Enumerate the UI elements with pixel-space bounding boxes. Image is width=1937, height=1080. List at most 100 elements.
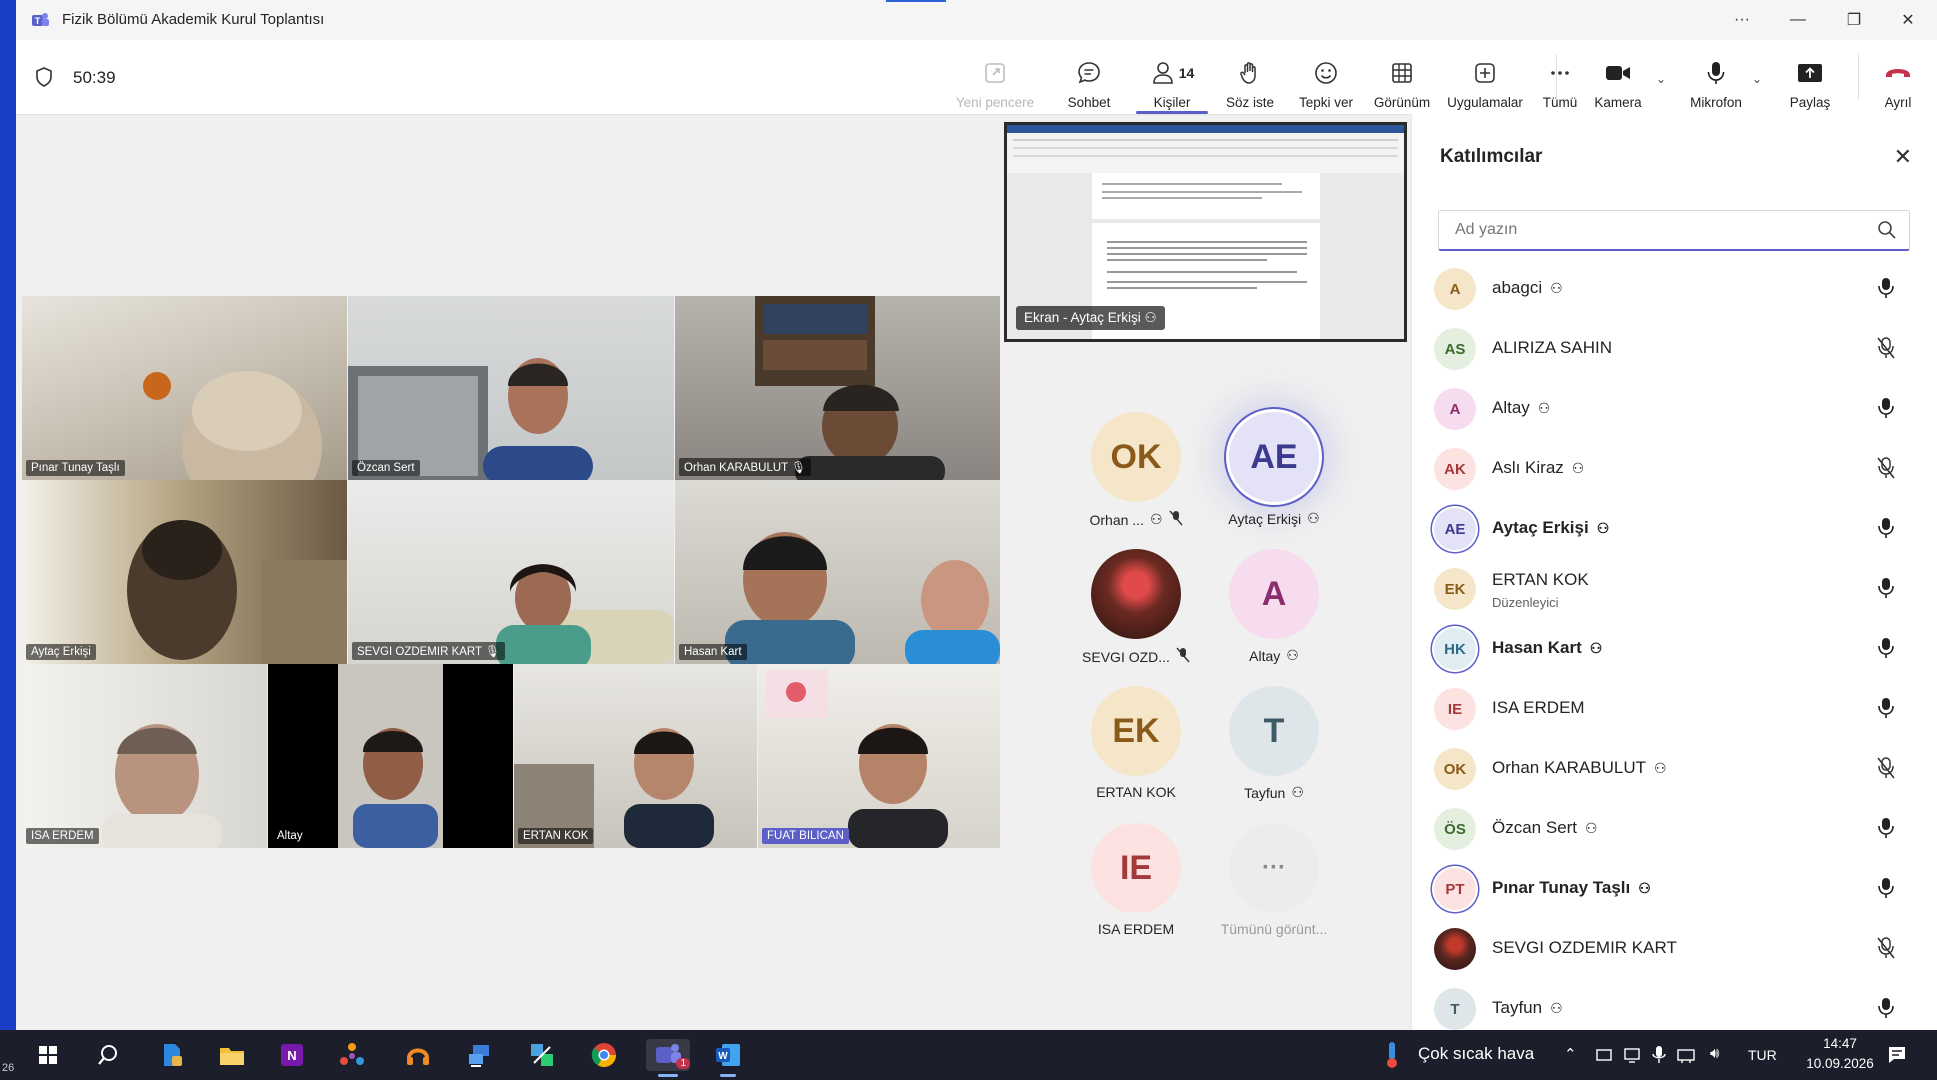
taskbar-onenote[interactable]: N [274,1039,310,1071]
participant-row[interactable]: Aabagci ⚇ [1430,262,1920,314]
raise-hand-button[interactable]: Söz iste [1212,48,1288,110]
taskbar-app-files[interactable] [154,1039,190,1071]
participant-row[interactable]: AK Aslı Kiraz ⚇ [1430,442,1920,494]
folder-icon [220,1048,244,1065]
participant-search[interactable] [1438,210,1910,251]
close-panel-icon[interactable]: ✕ [1894,144,1912,170]
video-tile[interactable]: Aytaç Erkişi [22,480,347,664]
gallery-participant[interactable]: IE ISA ERDEM [1066,823,1206,937]
microphone-icon[interactable] [1876,396,1896,425]
add-app-icon [1475,63,1495,83]
gallery-participant[interactable]: EK ERTAN KOK [1066,686,1206,800]
mic-muted-icon[interactable] [1876,456,1896,485]
video-tile[interactable]: Özcan Sert [348,296,674,480]
avatar: EK [1434,568,1476,610]
participant-name: Orhan KARABULUT [1492,758,1646,777]
network-tray-icon[interactable] [1676,1046,1696,1064]
chat-button[interactable]: Sohbet [1046,48,1132,110]
display-tray-icon[interactable] [1623,1046,1641,1064]
taskbar-app-network[interactable] [334,1039,370,1071]
video-tile[interactable]: FUAT BILICAN [758,664,1000,848]
microphone-icon[interactable] [1876,996,1896,1025]
avatar: IE [1091,823,1181,913]
participant-row[interactable]: A Altay ⚇ [1430,382,1920,434]
weather-text[interactable]: Çok sıcak hava [1418,1044,1534,1064]
taskbar-teams[interactable]: 1 [646,1039,690,1077]
avatar: AE [1229,412,1319,502]
shared-screen[interactable]: Ekran - Aytaç Erkişi ⚇ [1004,122,1407,342]
microphone-icon[interactable] [1876,696,1896,725]
microphone-icon[interactable] [1876,576,1896,605]
participant-row[interactable]: IE ISA ERDEM [1430,682,1920,734]
gallery-participant[interactable]: OK Orhan ... ⚇ [1066,412,1206,529]
participant-row[interactable]: OK Orhan KARABULUT ⚇ [1430,742,1920,794]
video-tile[interactable]: Altay [268,664,513,848]
more-button[interactable]: Tümü [1530,48,1590,110]
microphone-button[interactable]: Mikrofon [1676,48,1756,110]
participant-row[interactable]: AS ALIRIZA SAHIN [1430,322,1920,374]
language-indicator[interactable]: TUR [1748,1047,1777,1063]
microphone-icon[interactable] [1876,876,1896,905]
start-button[interactable] [30,1039,66,1071]
taskbar-app-headset[interactable] [400,1039,436,1071]
gallery-participant[interactable]: AE Aytaç Erkişi ⚇ [1204,412,1344,527]
react-button[interactable]: Tepki ver [1288,48,1364,110]
participant-name: Aytaç Erkişi [1492,518,1589,537]
taskbar-word[interactable]: W [710,1039,746,1077]
onedrive-tray-icon[interactable] [1595,1046,1613,1064]
camera-icon [1606,66,1630,80]
video-tile[interactable]: ISA ERDEM [22,664,267,848]
tray-overflow-chevron-icon[interactable]: ⌃ [1564,1045,1577,1063]
taskbar-app-tools[interactable] [524,1039,560,1071]
view-button[interactable]: Görünüm [1364,48,1440,110]
search-input[interactable] [1453,220,1857,240]
volume-tray-icon[interactable]: 🔊︎ [1710,1045,1719,1062]
participant-row[interactable]: EK ERTAN KOK Düzenleyici [1430,562,1920,614]
mic-muted-icon[interactable] [1876,756,1896,785]
mic-options-chevron-icon[interactable]: ⌄ [1752,72,1762,86]
clock-date[interactable]: 10.09.2026 [1792,1056,1888,1071]
video-tile[interactable]: ERTAN KOK [514,664,757,848]
mic-tray-icon[interactable] [1651,1045,1667,1065]
participant-row[interactable]: ÖS Özcan Sert ⚇ [1430,802,1920,854]
avatar: AE [1434,508,1476,550]
chat-icon [1078,62,1100,84]
people-button[interactable]: 14 Kişiler [1132,48,1212,114]
gallery-participant[interactable]: SEVGI OZD... [1066,549,1206,666]
video-tile[interactable]: SEVGI OZDEMIR KART 🎙 [348,480,674,664]
minimize-button[interactable]: — [1770,0,1826,40]
participant-name: abagci [1492,278,1543,297]
taskbar-search-button[interactable] [90,1039,126,1071]
participant-row[interactable]: T Tayfun ⚇ [1430,982,1920,1034]
clock-time[interactable]: 14:47 [1810,1036,1870,1051]
new-window-button[interactable]: Yeni pencere [952,48,1038,110]
apps-button[interactable]: Uygulamalar [1440,48,1530,110]
close-window-button[interactable]: ✕ [1880,0,1936,40]
taskbar-file-explorer[interactable] [214,1039,250,1071]
microphone-icon[interactable] [1876,276,1896,305]
microphone-icon[interactable] [1876,816,1896,845]
leave-button[interactable]: Ayrıl [1868,48,1928,110]
camera-options-chevron-icon[interactable]: ⌄ [1656,72,1666,86]
participant-row[interactable]: AE Aytaç Erkişi ⚇ [1430,502,1920,554]
video-tile[interactable]: Orhan KARABULUT 🎙 [675,296,1000,480]
share-button[interactable]: Paylaş [1772,48,1848,110]
video-tile[interactable]: Hasan Kart [675,480,1000,664]
more-options-icon[interactable]: ··· [1714,0,1770,40]
mic-muted-icon[interactable] [1876,336,1896,365]
participant-row[interactable]: SEVGI OZDEMIR KART [1430,922,1920,974]
participant-row[interactable]: HK Hasan Kart ⚇ [1430,622,1920,674]
gallery-participant[interactable]: T Tayfun ⚇ [1204,686,1344,801]
gallery-participant[interactable]: A Altay ⚇ [1204,549,1344,664]
taskbar-remote-desktop[interactable] [462,1039,498,1071]
mic-muted-icon[interactable] [1876,936,1896,965]
restore-button[interactable]: ❐ [1826,0,1882,40]
microphone-icon[interactable] [1876,636,1896,665]
video-tile[interactable]: Pınar Tunay Taşlı [22,296,347,480]
camera-button[interactable]: Kamera [1582,48,1654,110]
participant-row[interactable]: PT Pınar Tunay Taşlı ⚇ [1430,862,1920,914]
notifications-icon[interactable] [1886,1044,1908,1066]
taskbar-chrome[interactable] [586,1039,622,1071]
microphone-icon[interactable] [1876,516,1896,545]
gallery-participant[interactable]: ··· Tümünü görünt... [1204,823,1344,937]
